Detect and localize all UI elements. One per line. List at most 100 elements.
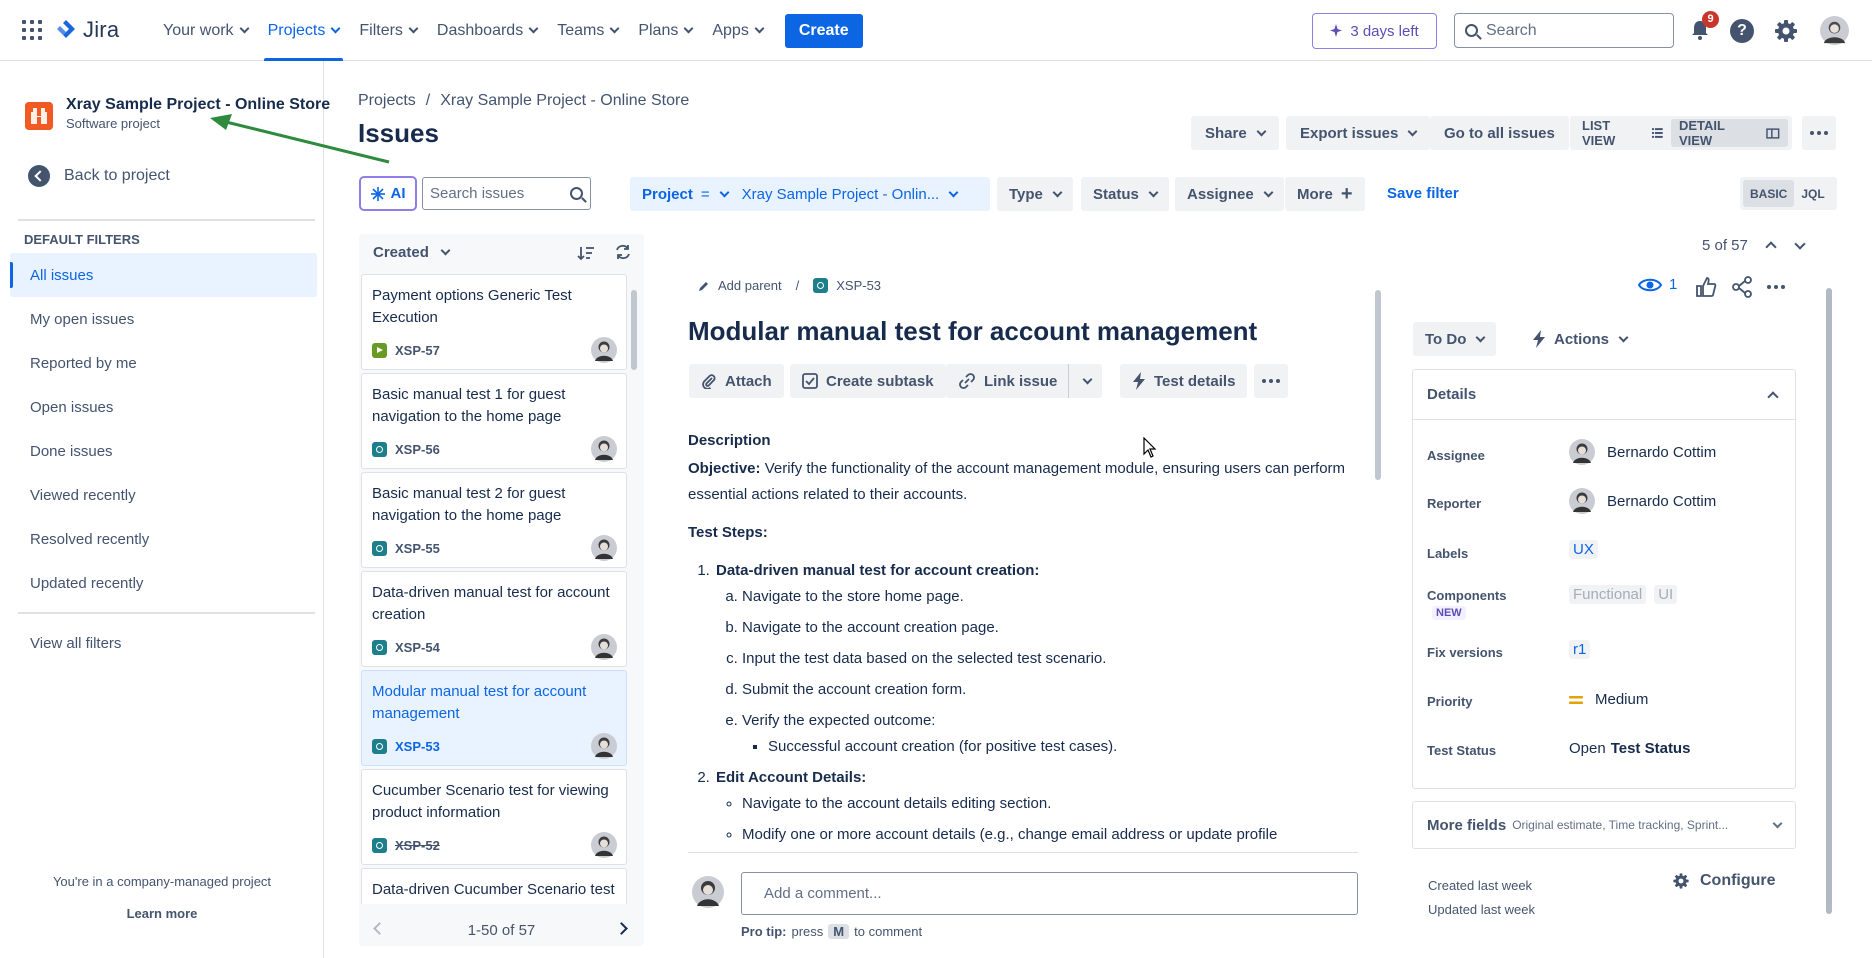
project-filter-chip[interactable]: Project = Xray Sample Project - Onlin... (630, 177, 990, 211)
priority-field[interactable]: Medium (1569, 691, 1648, 708)
settings-gear-icon[interactable] (1773, 18, 1799, 44)
sidebar-item-all-issues[interactable]: All issues (10, 253, 317, 297)
trial-button[interactable]: 3 days left (1312, 13, 1437, 49)
test-details-button[interactable]: Test details (1120, 364, 1248, 398)
detail-view-button[interactable]: DETAIL VIEW (1670, 118, 1788, 148)
next-issue-icon[interactable] (1794, 238, 1806, 250)
sort-order-icon[interactable] (577, 244, 595, 262)
link-issue-button[interactable]: Link issue (946, 364, 1070, 398)
list-item[interactable]: Cucumber Scenario test for viewing produ… (361, 769, 627, 865)
test-status-value: Open (1569, 740, 1606, 757)
fix-versions-field[interactable]: r1 (1569, 640, 1591, 659)
components-field[interactable]: Functional UI (1569, 585, 1678, 604)
add-parent-link[interactable]: Add parent (718, 278, 782, 293)
status-filter[interactable]: Status (1081, 177, 1169, 211)
refresh-icon[interactable] (614, 243, 632, 261)
more-filters-button[interactable]: More + (1285, 177, 1365, 211)
breadcrumb-projects[interactable]: Projects (358, 92, 416, 110)
sort-label: Created (373, 244, 429, 261)
list-item[interactable]: Basic manual test 2 for guest navigation… (361, 472, 627, 568)
watchers-button[interactable]: 1 (1638, 276, 1677, 293)
list-item[interactable]: Basic manual test 1 for guest navigation… (361, 373, 627, 469)
list-view-button[interactable]: LIST VIEW (1574, 118, 1671, 148)
list-item[interactable]: Payment options Generic Test Execution X… (361, 274, 627, 370)
share-icon[interactable] (1731, 276, 1753, 298)
right-panel-scrollbar[interactable] (1825, 276, 1833, 926)
attach-button[interactable]: Attach (689, 364, 784, 398)
more-actions-button[interactable] (1802, 116, 1836, 150)
share-button[interactable]: Share (1191, 116, 1279, 150)
breadcrumb-project[interactable]: Xray Sample Project - Online Store (440, 92, 689, 110)
sidebar-item-resolved-recently[interactable]: Resolved recently (10, 517, 317, 561)
nav-menu: Your work Projects Filters Dashboards Te… (153, 0, 863, 61)
create-button[interactable]: Create (784, 13, 863, 48)
nav-projects[interactable]: Projects (258, 0, 350, 61)
label-tag[interactable]: UX (1569, 540, 1598, 559)
save-filter-link[interactable]: Save filter (1387, 185, 1459, 202)
configure-button[interactable]: Configure (1672, 872, 1776, 890)
nav-your-work[interactable]: Your work (153, 0, 258, 61)
component-tag[interactable]: UI (1654, 585, 1678, 604)
description[interactable]: Description Objective: Verify the functi… (688, 428, 1348, 854)
protip-text: press (791, 924, 824, 939)
back-to-project-link[interactable]: Back to project (28, 165, 170, 187)
search-issues-input[interactable]: Search issues (422, 177, 591, 210)
previous-issue-icon[interactable] (1765, 241, 1777, 253)
sidebar-item-updated-recently[interactable]: Updated recently (10, 561, 317, 605)
component-tag[interactable]: Functional (1569, 585, 1647, 604)
go-to-all-issues-button[interactable]: Go to all issues (1430, 116, 1569, 150)
test-status-field[interactable]: Open Test Status (1569, 740, 1690, 757)
link-issue-dropdown[interactable] (1068, 364, 1102, 398)
app-switcher-icon[interactable] (22, 20, 42, 40)
nav-plans[interactable]: Plans (628, 0, 702, 61)
nav-filters[interactable]: Filters (349, 0, 427, 61)
issue-title[interactable]: Modular manual test for account manageme… (688, 316, 1257, 347)
project-filter-operator[interactable]: = (701, 186, 710, 203)
list-item[interactable]: Data-driven Cucumber Scenario test for v… (361, 868, 627, 904)
learn-more-link[interactable]: Learn more (0, 906, 324, 921)
status-dropdown[interactable]: To Do (1413, 322, 1497, 356)
reporter-field[interactable]: Bernardo Cottim (1569, 488, 1716, 514)
issue-list-panel: Created Payment options Generic Test Exe… (359, 234, 644, 946)
labels-field[interactable]: UX (1569, 540, 1598, 559)
global-search-input[interactable]: Search (1454, 13, 1674, 48)
more-fields-section[interactable]: More fields Original estimate, Time trac… (1412, 801, 1796, 849)
view-all-filters-link[interactable]: View all filters (30, 635, 121, 652)
list-item[interactable]: Data-driven manual test for account crea… (361, 571, 627, 667)
basic-mode-button[interactable]: BASIC (1743, 180, 1795, 207)
actions-dropdown[interactable]: Actions (1520, 322, 1639, 356)
user-avatar[interactable] (1820, 16, 1849, 45)
sort-dropdown[interactable]: Created (373, 244, 451, 261)
comment-input[interactable]: Add a comment... (741, 872, 1358, 915)
details-header[interactable]: Details (1413, 370, 1795, 420)
list-scrollbar[interactable] (630, 276, 638, 896)
type-filter[interactable]: Type (997, 177, 1073, 211)
sidebar-item-viewed-recently[interactable]: Viewed recently (10, 473, 317, 517)
project-name[interactable]: Xray Sample Project - Online Store (66, 96, 330, 114)
sidebar-item-done-issues[interactable]: Done issues (10, 429, 317, 473)
nav-dashboards[interactable]: Dashboards (427, 0, 547, 61)
more-options-icon[interactable] (1767, 285, 1785, 289)
jira-logo[interactable]: Jira (55, 17, 119, 43)
issue-key-link[interactable]: XSP-53 (836, 278, 881, 293)
create-subtask-button[interactable]: Create subtask (790, 364, 946, 398)
thumbs-up-icon[interactable] (1695, 276, 1717, 298)
sidebar-item-open-issues[interactable]: Open issues (10, 385, 317, 429)
assignee-filter[interactable]: Assignee (1175, 177, 1284, 211)
status-label: To Do (1425, 330, 1467, 348)
sidebar-item-my-open-issues[interactable]: My open issues (10, 297, 317, 341)
ai-search-button[interactable]: AI (359, 176, 417, 211)
project-avatar-icon[interactable] (25, 102, 53, 130)
sidebar-item-reported-by-me[interactable]: Reported by me (10, 341, 317, 385)
help-icon[interactable]: ? (1730, 19, 1754, 43)
detail-scrollbar[interactable] (1374, 276, 1382, 946)
more-issue-actions-button[interactable] (1254, 364, 1288, 398)
list-item-selected[interactable]: Modular manual test for account manageme… (361, 670, 627, 766)
nav-teams[interactable]: Teams (547, 0, 628, 61)
version-tag[interactable]: r1 (1569, 640, 1591, 659)
nav-apps[interactable]: Apps (702, 0, 772, 61)
assignee-field[interactable]: Bernardo Cottim (1569, 439, 1716, 465)
export-issues-button[interactable]: Export issues (1286, 116, 1431, 150)
search-icon (1465, 24, 1478, 37)
jql-mode-button[interactable]: JQL (1794, 180, 1831, 207)
